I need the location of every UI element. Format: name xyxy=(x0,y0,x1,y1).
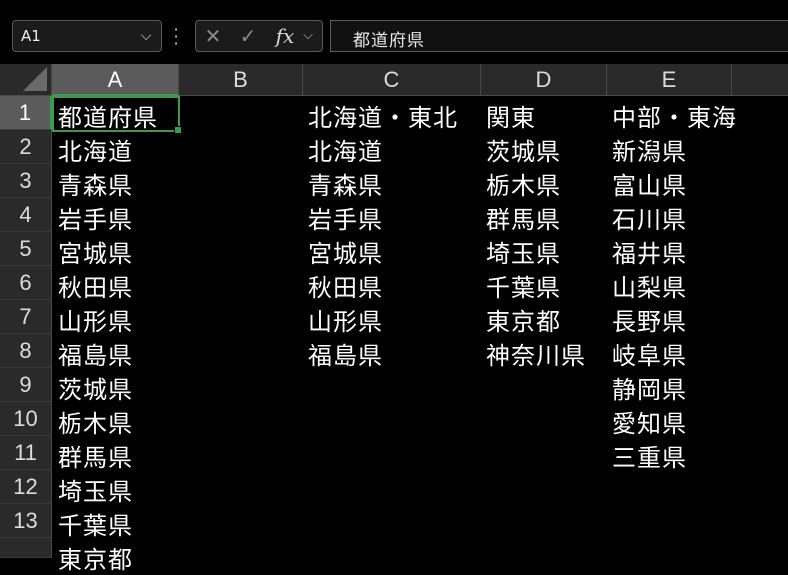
cell-C8[interactable]: 福島県 xyxy=(308,336,383,371)
cell-D1[interactable]: 関東 xyxy=(486,98,536,133)
formula-bar-area: A1 ⌵ · · · ✕ ✓ fx ⌵ 都道府県 xyxy=(0,0,788,64)
row-header-5[interactable]: 5 xyxy=(0,232,52,266)
cell-C2[interactable]: 北海道 xyxy=(308,132,383,167)
row-header-11[interactable]: 11 xyxy=(0,436,52,470)
cell-E7[interactable]: 長野県 xyxy=(612,302,687,337)
cell-A5[interactable]: 宮城県 xyxy=(58,234,133,269)
row-header-13[interactable]: 13 xyxy=(0,504,52,538)
column-header-E[interactable]: E xyxy=(607,64,732,96)
cell-E11[interactable]: 三重県 xyxy=(612,438,687,473)
cell-C7[interactable]: 山形県 xyxy=(308,302,383,337)
cell-A14[interactable]: 東京都 xyxy=(58,540,133,575)
cell-E8[interactable]: 岐阜県 xyxy=(612,336,687,371)
cell-A7[interactable]: 山形県 xyxy=(58,302,133,337)
cell-A9[interactable]: 茨城県 xyxy=(58,370,133,405)
cell-E10[interactable]: 愛知県 xyxy=(612,404,687,439)
cell-C4[interactable]: 岩手県 xyxy=(308,200,383,235)
row-header-4[interactable]: 4 xyxy=(0,198,52,232)
cell-C3[interactable]: 青森県 xyxy=(308,166,383,201)
more-options-icon[interactable]: · · · xyxy=(172,22,180,52)
row-header-12[interactable]: 12 xyxy=(0,470,52,504)
cell-A6[interactable]: 秋田県 xyxy=(58,268,133,303)
cell-A11[interactable]: 群馬県 xyxy=(58,438,133,473)
cell-A2[interactable]: 北海道 xyxy=(58,132,133,167)
row-header-2[interactable]: 2 xyxy=(0,130,52,164)
cell-A10[interactable]: 栃木県 xyxy=(58,404,133,439)
column-header-A[interactable]: A xyxy=(52,64,179,96)
cell-D8[interactable]: 神奈川県 xyxy=(486,336,586,371)
cell-A8[interactable]: 福島県 xyxy=(58,336,133,371)
cell-D3[interactable]: 栃木県 xyxy=(486,166,561,201)
cell-C1[interactable]: 北海道・東北 xyxy=(308,98,458,133)
enter-icon[interactable]: ✓ xyxy=(236,24,260,48)
row-header-8[interactable]: 8 xyxy=(0,334,52,368)
cell-E6[interactable]: 山梨県 xyxy=(612,268,687,303)
cell-E4[interactable]: 石川県 xyxy=(612,200,687,235)
row-header-3[interactable]: 3 xyxy=(0,164,52,198)
row-header-6[interactable]: 6 xyxy=(0,266,52,300)
cell-A4[interactable]: 岩手県 xyxy=(58,200,133,235)
insert-function-icon[interactable]: fx xyxy=(272,24,298,48)
column-header-C[interactable]: C xyxy=(303,64,481,96)
formula-content: 都道府県 xyxy=(353,31,425,51)
active-cell[interactable] xyxy=(52,96,182,134)
cell-E9[interactable]: 静岡県 xyxy=(612,370,687,405)
cell-D4[interactable]: 群馬県 xyxy=(486,200,561,235)
formula-buttons: ✕ ✓ fx ⌵ xyxy=(195,20,323,52)
cancel-icon[interactable]: ✕ xyxy=(201,24,225,48)
cell-A13[interactable]: 千葉県 xyxy=(58,506,133,541)
chevron-down-icon[interactable]: ⌵ xyxy=(299,24,317,48)
cell-E5[interactable]: 福井県 xyxy=(612,234,687,269)
cell-E2[interactable]: 新潟県 xyxy=(612,132,687,167)
select-all-icon xyxy=(23,67,47,91)
column-header-D[interactable]: D xyxy=(481,64,607,96)
column-header-F[interactable] xyxy=(732,64,788,96)
row-header-9[interactable]: 9 xyxy=(0,368,52,402)
cell-D6[interactable]: 千葉県 xyxy=(486,268,561,303)
cell-E3[interactable]: 富山県 xyxy=(612,166,687,201)
cell-D7[interactable]: 東京都 xyxy=(486,302,561,337)
name-box-value[interactable]: A1 xyxy=(21,27,41,45)
cell-A3[interactable]: 青森県 xyxy=(58,166,133,201)
name-box[interactable]: A1 ⌵ xyxy=(12,20,162,52)
formula-input[interactable]: 都道府県 xyxy=(330,20,788,52)
cell-A12[interactable]: 埼玉県 xyxy=(58,472,133,507)
cell-D5[interactable]: 埼玉県 xyxy=(486,234,561,269)
cell-E1[interactable]: 中部・東海 xyxy=(612,98,737,133)
cell-C5[interactable]: 宮城県 xyxy=(308,234,383,269)
cell-C6[interactable]: 秋田県 xyxy=(308,268,383,303)
fill-handle[interactable] xyxy=(174,126,182,134)
column-header-B[interactable]: B xyxy=(179,64,303,96)
row-header-14[interactable] xyxy=(0,538,52,558)
select-all-button[interactable] xyxy=(0,64,52,96)
chevron-down-icon[interactable]: ⌵ xyxy=(137,25,155,47)
row-header-10[interactable]: 10 xyxy=(0,402,52,436)
row-header-7[interactable]: 7 xyxy=(0,300,52,334)
row-header-1[interactable]: 1 xyxy=(0,96,52,130)
cell-D2[interactable]: 茨城県 xyxy=(486,132,561,167)
spreadsheet-grid: A B C D E 1 2 3 4 5 6 7 8 9 10 11 12 13 都道府県 北海道 青森県 岩手… xyxy=(0,64,788,574)
